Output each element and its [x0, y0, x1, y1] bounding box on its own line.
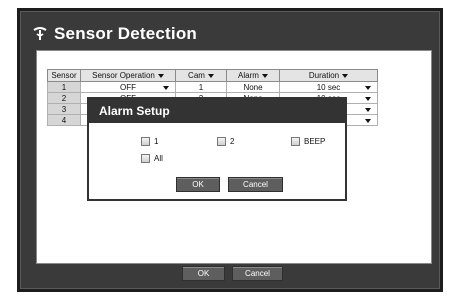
- chevron-down-icon: [261, 73, 268, 78]
- checkbox-option-1[interactable]: 1: [141, 137, 158, 146]
- checkbox-icon: [217, 137, 226, 146]
- table-header-row: Sensor Sensor Operation Cam Alarm Durati…: [47, 69, 378, 82]
- chevron-down-icon: [342, 73, 349, 78]
- chevron-down-icon: [365, 108, 371, 112]
- sensor-index: 3: [47, 103, 81, 115]
- cancel-button[interactable]: Cancel: [232, 266, 283, 281]
- dialog-title: Alarm Setup: [89, 99, 345, 123]
- title-bar: Sensor Detection: [32, 22, 197, 46]
- duration-select[interactable]: 10 sec: [279, 81, 378, 93]
- dialog-cancel-button[interactable]: Cancel: [228, 177, 283, 192]
- chevron-down-icon: [365, 97, 371, 101]
- alarm-cell[interactable]: None: [226, 81, 280, 93]
- col-header-alarm[interactable]: Alarm: [226, 69, 280, 82]
- table-row: 1 OFF 1 None 10 sec: [47, 81, 378, 93]
- dialog-ok-button[interactable]: OK: [176, 177, 220, 192]
- checkbox-icon: [291, 137, 300, 146]
- sensor-index: 1: [47, 81, 81, 93]
- col-header-sensor-operation[interactable]: Sensor Operation: [80, 69, 176, 82]
- page-title: Sensor Detection: [54, 24, 198, 43]
- chevron-down-icon: [365, 119, 371, 123]
- sensor-index: 4: [47, 114, 81, 126]
- checkbox-option-2[interactable]: 2: [217, 137, 234, 146]
- chevron-down-icon: [207, 73, 214, 78]
- checkbox-icon: [141, 137, 150, 146]
- ok-button[interactable]: OK: [182, 266, 225, 281]
- chevron-down-icon: [365, 86, 371, 90]
- chevron-down-icon: [157, 73, 164, 78]
- chevron-down-icon: [163, 86, 169, 90]
- col-header-sensor: Sensor: [47, 69, 81, 82]
- alarm-setup-dialog: Alarm Setup 1 2 BEEP All OK Cancel: [87, 97, 347, 201]
- col-header-duration[interactable]: Duration: [279, 69, 378, 82]
- checkbox-option-beep[interactable]: BEEP: [291, 137, 325, 146]
- cam-cell[interactable]: 1: [175, 81, 227, 93]
- sensor-operation-select[interactable]: OFF: [80, 81, 176, 93]
- checkbox-icon: [141, 154, 150, 163]
- sensor-index: 2: [47, 92, 81, 104]
- sensor-icon: [32, 26, 48, 42]
- col-header-cam[interactable]: Cam: [175, 69, 227, 82]
- checkbox-option-all[interactable]: All: [141, 154, 163, 163]
